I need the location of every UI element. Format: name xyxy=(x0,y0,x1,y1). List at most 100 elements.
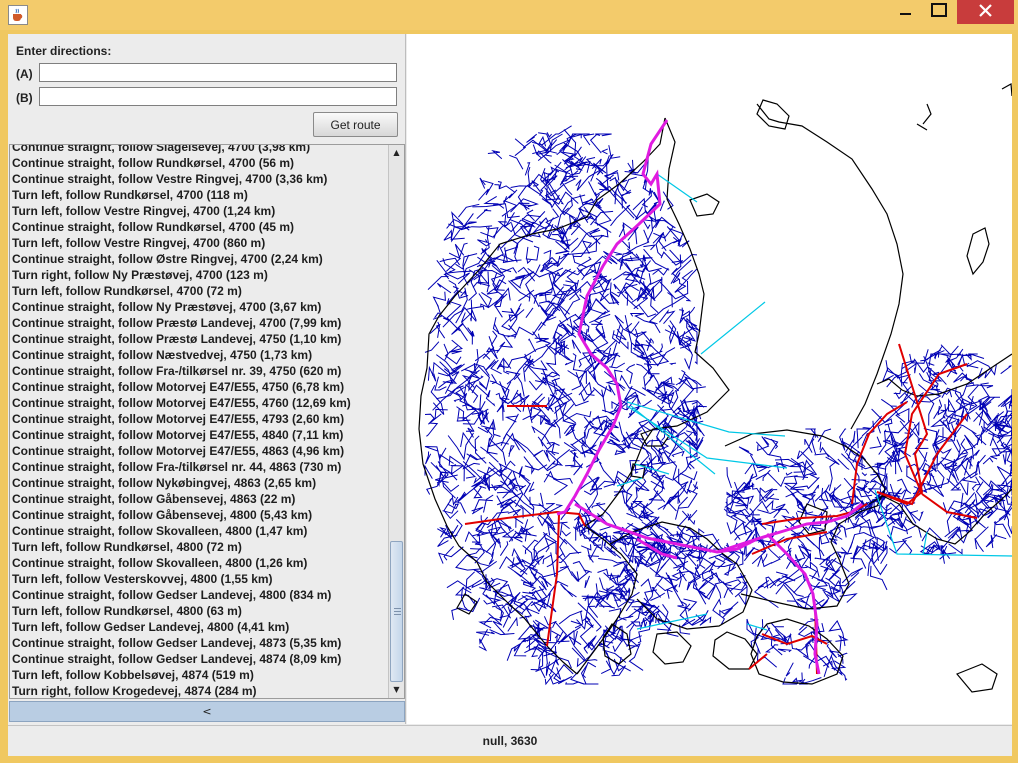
road-segment xyxy=(624,501,643,519)
road-segment xyxy=(959,482,969,496)
road-segment xyxy=(477,420,501,437)
direction-item[interactable]: Continue straight, follow Præstø Landeve… xyxy=(12,315,388,331)
road-segment xyxy=(523,456,535,475)
road-segment xyxy=(571,569,592,582)
road-segment xyxy=(560,583,577,598)
road-segment xyxy=(612,251,623,256)
direction-item[interactable]: Continue straight, follow Præstø Landeve… xyxy=(12,331,388,347)
road-segment xyxy=(814,453,840,466)
direction-item[interactable]: Continue straight, follow Gedser Landeve… xyxy=(12,651,388,667)
scroll-thumb[interactable] xyxy=(390,541,403,682)
close-button[interactable] xyxy=(957,0,1014,24)
road-segment xyxy=(465,305,485,311)
direction-item[interactable]: Turn left, follow Vestre Ringvej, 4700 (… xyxy=(12,203,388,219)
direction-item[interactable]: Turn left, follow Rundkørsel, 4800 (63 m… xyxy=(12,603,388,619)
status-bar: null, 3630 xyxy=(8,725,1012,756)
direction-item[interactable]: Continue straight, follow Ny Præstøvej, … xyxy=(12,299,388,315)
direction-item[interactable]: Turn left, follow Gedser Landevej, 4800 … xyxy=(12,619,388,635)
from-input[interactable] xyxy=(39,63,397,82)
road-segment xyxy=(581,544,592,551)
directions-list[interactable]: Continue straight, follow Slagelsevej, 4… xyxy=(9,144,405,699)
to-label: (B) xyxy=(16,91,33,105)
road-segment xyxy=(618,421,631,447)
road-segment xyxy=(598,461,616,484)
road-segment xyxy=(580,665,598,685)
road-segment xyxy=(869,436,882,449)
road-segment xyxy=(569,286,577,293)
road-segment xyxy=(738,446,754,456)
scroll-down-arrow-icon[interactable]: ▼ xyxy=(389,682,404,697)
directions-list-items: Continue straight, follow Slagelsevej, 4… xyxy=(12,145,388,698)
minimize-button[interactable] xyxy=(892,0,920,24)
direction-item[interactable]: Turn right, follow Krogedevej, 4874 (284… xyxy=(12,683,388,698)
road-segment xyxy=(480,291,492,308)
direction-item[interactable]: Turn left, follow Vesterskovvej, 4800 (1… xyxy=(12,571,388,587)
road-segment xyxy=(764,646,774,653)
road-segment xyxy=(480,212,515,238)
road-segment xyxy=(671,450,685,458)
road-segment xyxy=(595,133,612,137)
road-segment xyxy=(1000,471,1012,486)
road-segment xyxy=(905,518,922,538)
direction-item[interactable]: Turn left, follow Kobbelsøvej, 4874 (519… xyxy=(12,667,388,683)
road-segment xyxy=(426,461,443,495)
scroll-up-arrow-icon[interactable]: ▲ xyxy=(389,145,404,160)
road-segment xyxy=(506,642,527,661)
direction-item[interactable]: Continue straight, follow Motorvej E47/E… xyxy=(12,379,388,395)
direction-item[interactable]: Continue straight, follow Fra-/tilkørsel… xyxy=(12,363,388,379)
road-segment xyxy=(499,541,509,556)
map-canvas[interactable] xyxy=(407,34,1012,724)
direction-item[interactable]: Continue straight, follow Gåbensevej, 48… xyxy=(12,491,388,507)
road-segment xyxy=(513,438,539,461)
road-segment xyxy=(759,487,773,503)
directions-scrollbar[interactable]: ▲ ▼ xyxy=(388,145,404,698)
road-segment xyxy=(556,252,570,268)
direction-item[interactable]: Continue straight, follow Vestre Ringvej… xyxy=(12,171,388,187)
road-segment xyxy=(823,654,833,678)
direction-item[interactable]: Continue straight, follow Fra-/tilkørsel… xyxy=(12,459,388,475)
direction-item[interactable]: Continue straight, follow Næstvedvej, 47… xyxy=(12,347,388,363)
direction-item[interactable]: Turn left, follow Vestre Ringvej, 4700 (… xyxy=(12,235,388,251)
direction-item[interactable]: Turn left, follow Rundkørsel, 4700 (118 … xyxy=(12,187,388,203)
direction-item[interactable]: Continue straight, follow Motorvej E47/E… xyxy=(12,411,388,427)
collapse-panel-button[interactable]: < xyxy=(9,701,405,722)
road-segment xyxy=(424,413,442,425)
road-segment xyxy=(542,368,549,384)
road-segment xyxy=(807,641,830,668)
direction-item[interactable]: Continue straight, follow Slagelsevej, 4… xyxy=(12,145,388,155)
road-segment xyxy=(801,491,816,501)
get-route-button[interactable]: Get route xyxy=(313,112,398,137)
road-segment xyxy=(621,240,631,250)
denmark-map[interactable] xyxy=(407,34,1012,724)
road-segment xyxy=(806,645,810,653)
road-segment xyxy=(437,282,452,294)
road-segment xyxy=(533,449,544,457)
direction-item[interactable]: Continue straight, follow Gedser Landeve… xyxy=(12,635,388,651)
direction-item[interactable]: Turn left, follow Rundkørsel, 4800 (72 m… xyxy=(12,539,388,555)
direction-item[interactable]: Continue straight, follow Rundkørsel, 47… xyxy=(12,155,388,171)
direction-item[interactable]: Continue straight, follow Skovalleen, 48… xyxy=(12,523,388,539)
direction-item[interactable]: Continue straight, follow Gedser Landeve… xyxy=(12,587,388,603)
direction-item[interactable]: Turn left, follow Rundkørsel, 4700 (72 m… xyxy=(12,283,388,299)
direction-item[interactable]: Continue straight, follow Rundkørsel, 47… xyxy=(12,219,388,235)
road-segment xyxy=(436,259,449,275)
direction-item[interactable]: Continue straight, follow Skovalleen, 48… xyxy=(12,555,388,571)
direction-item[interactable]: Continue straight, follow Nykøbingvej, 4… xyxy=(12,475,388,491)
road-segment xyxy=(546,552,564,568)
direction-item[interactable]: Turn right, follow Ny Præstøvej, 4700 (1… xyxy=(12,267,388,283)
road-segment xyxy=(933,399,943,419)
road-segment xyxy=(781,575,796,582)
road-segment xyxy=(571,372,582,391)
maximize-button[interactable] xyxy=(924,0,954,24)
direction-item[interactable]: Continue straight, follow Motorvej E47/E… xyxy=(12,427,388,443)
direction-item[interactable]: Continue straight, follow Gåbensevej, 48… xyxy=(12,507,388,523)
road-segment xyxy=(959,438,969,455)
direction-item[interactable]: Continue straight, follow Østre Ringvej,… xyxy=(12,251,388,267)
road-segment xyxy=(927,362,935,366)
direction-item[interactable]: Continue straight, follow Motorvej E47/E… xyxy=(12,395,388,411)
direction-item[interactable]: Continue straight, follow Motorvej E47/E… xyxy=(12,443,388,459)
road-segment xyxy=(608,145,621,159)
road-segment xyxy=(886,534,908,554)
road-segment xyxy=(517,266,536,282)
to-input[interactable] xyxy=(39,87,397,106)
